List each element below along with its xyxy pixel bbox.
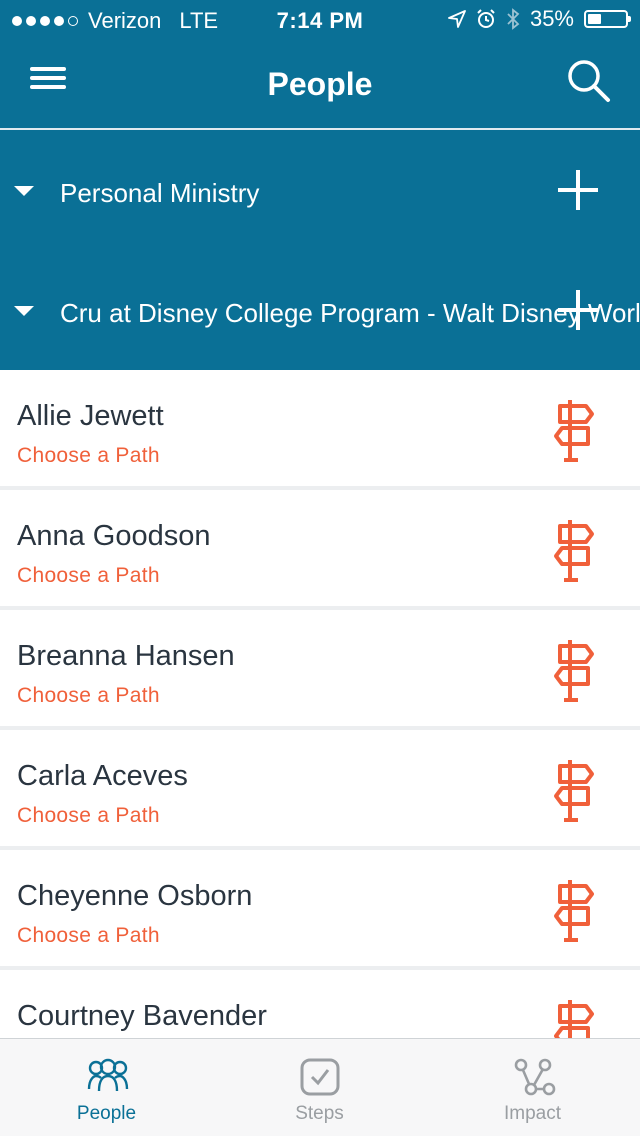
person-name: Anna Goodson	[17, 520, 211, 552]
group-label: Personal Ministry	[60, 178, 260, 208]
person-row[interactable]: Courtney Bavender	[0, 970, 640, 1038]
group-cru-disney[interactable]: Cru at Disney College Program - Walt Dis…	[0, 250, 640, 360]
choose-path-link[interactable]: Choose a Path	[17, 684, 160, 708]
collapse-caret-icon[interactable]	[14, 306, 34, 316]
choose-path-link[interactable]: Choose a Path	[17, 924, 160, 948]
choose-path-link[interactable]: Choose a Path	[17, 804, 160, 828]
add-person-plus-icon[interactable]	[558, 290, 598, 330]
people-screen: Verizon LTE 7:14 PM 35% People Personal …	[0, 0, 640, 1136]
tab-impact[interactable]: Impact	[426, 1039, 639, 1136]
page-title: People	[267, 66, 373, 102]
person-row[interactable]: Breanna Hansen Choose a Path	[0, 610, 640, 730]
location-arrow-icon	[448, 10, 466, 28]
signpost-icon[interactable]	[552, 518, 596, 582]
person-row[interactable]: Allie Jewett Choose a Path	[0, 370, 640, 490]
person-name: Courtney Bavender	[17, 1000, 267, 1032]
group-label: Cru at Disney College Program - Walt Dis…	[60, 298, 640, 328]
person-name: Breanna Hansen	[17, 640, 235, 672]
choose-path-link[interactable]: Choose a Path	[17, 564, 160, 588]
collapse-caret-icon[interactable]	[14, 186, 34, 196]
alarm-icon	[477, 9, 495, 28]
steps-check-icon	[300, 1058, 340, 1096]
signpost-icon[interactable]	[552, 398, 596, 462]
signpost-icon[interactable]	[552, 998, 596, 1038]
header: Verizon LTE 7:14 PM 35% People Personal …	[0, 0, 640, 370]
tab-label: Impact	[503, 1103, 562, 1124]
bluetooth-icon	[507, 8, 520, 30]
person-row[interactable]: Anna Goodson Choose a Path	[0, 490, 640, 610]
people-list[interactable]: Allie Jewett Choose a Path Anna Goodson …	[0, 370, 640, 1038]
signpost-icon[interactable]	[552, 638, 596, 702]
add-person-plus-icon[interactable]	[558, 170, 598, 210]
tab-people[interactable]: People	[0, 1039, 213, 1136]
tab-bar: People Steps Impact	[0, 1038, 640, 1136]
navigation-bar: People	[0, 40, 640, 128]
status-right: 35%	[448, 6, 631, 32]
signpost-icon[interactable]	[552, 878, 596, 942]
person-name: Cheyenne Osborn	[17, 880, 253, 912]
people-icon	[87, 1058, 129, 1092]
person-name: Carla Aceves	[17, 760, 188, 792]
person-row[interactable]: Cheyenne Osborn Choose a Path	[0, 850, 640, 970]
battery-percent: 35%	[529, 6, 574, 31]
signpost-icon[interactable]	[552, 758, 596, 822]
group-personal-ministry[interactable]: Personal Ministry	[0, 130, 640, 240]
tab-steps[interactable]: Steps	[213, 1039, 426, 1136]
tab-label: Steps	[295, 1103, 344, 1124]
person-row[interactable]: Carla Aceves Choose a Path	[0, 730, 640, 850]
battery-icon	[584, 10, 631, 28]
person-name: Allie Jewett	[17, 400, 164, 432]
choose-path-link[interactable]: Choose a Path	[17, 444, 160, 468]
tab-label: People	[76, 1103, 137, 1124]
search-icon[interactable]	[564, 56, 612, 104]
impact-network-icon	[514, 1058, 556, 1096]
status-bar: Verizon LTE 7:14 PM 35%	[0, 0, 640, 40]
